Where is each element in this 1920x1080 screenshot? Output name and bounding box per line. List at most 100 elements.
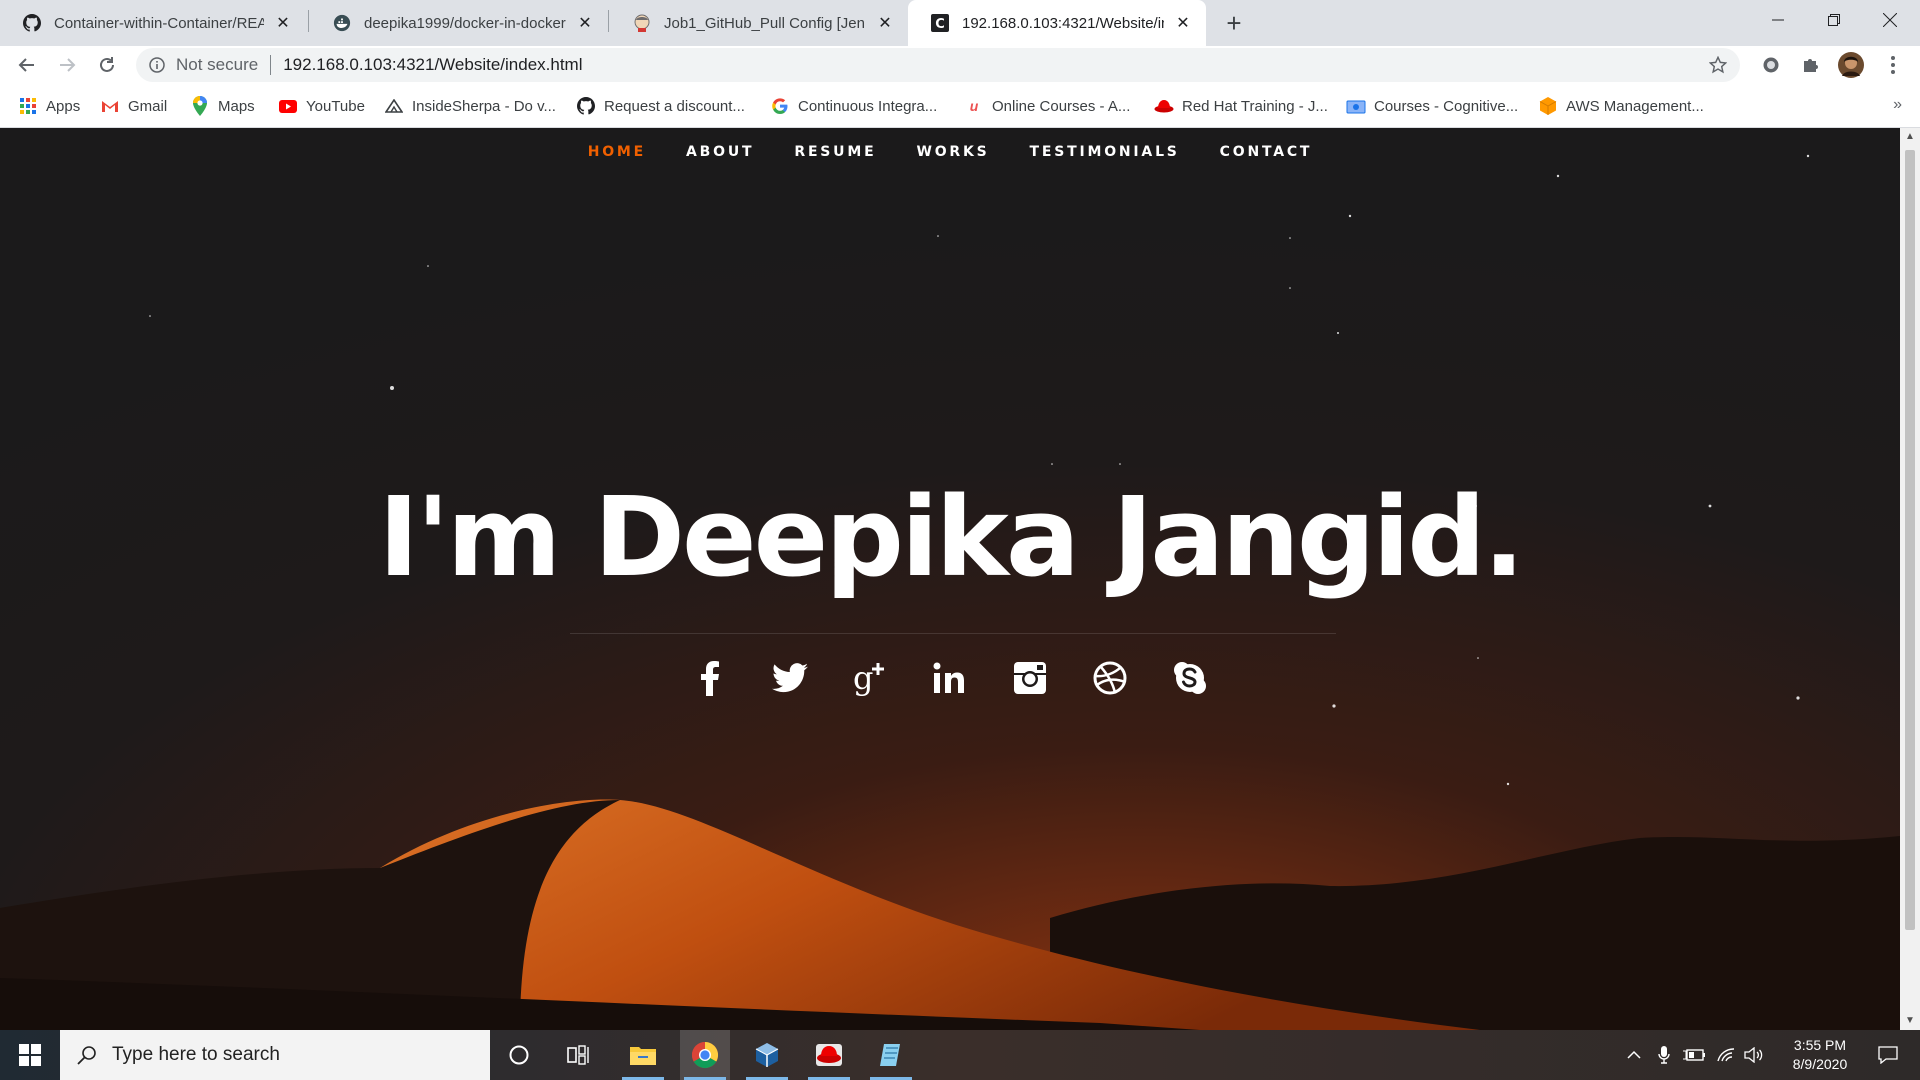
tab-website-active[interactable]: C 192.168.0.103:4321/Website/inde ✕ xyxy=(908,0,1206,46)
volume-icon[interactable] xyxy=(1740,1030,1768,1080)
taskbar-search-box[interactable]: Type here to search xyxy=(60,1030,490,1080)
minimize-button[interactable] xyxy=(1750,0,1806,40)
bookmark-star-icon[interactable] xyxy=(1708,55,1728,75)
dribbble-icon[interactable] xyxy=(1090,658,1130,698)
menu-kebab-icon[interactable] xyxy=(1880,52,1906,78)
instagram-icon[interactable] xyxy=(1010,658,1050,698)
bookmark-label: Red Hat Training - J... xyxy=(1182,97,1328,115)
linkedin-icon[interactable] xyxy=(930,658,970,698)
bookmarks-bar: Apps Gmail Maps YouTube InsideSherpa - D… xyxy=(0,84,1920,128)
info-icon[interactable] xyxy=(148,56,166,74)
bookmarks-overflow-chevron-icon[interactable]: » xyxy=(1893,96,1902,114)
nav-resume[interactable]: RESUME xyxy=(794,144,876,160)
redhat-app-icon xyxy=(816,1044,842,1066)
close-icon[interactable]: ✕ xyxy=(574,12,596,34)
start-button[interactable] xyxy=(0,1030,60,1080)
taskbar-redhat-app[interactable] xyxy=(804,1030,854,1080)
bookmark-apps[interactable]: Apps xyxy=(18,94,80,118)
scroll-up-arrow-icon[interactable]: ▲ xyxy=(1905,132,1915,142)
tab-jenkins-job[interactable]: Job1_GitHub_Pull Config [Jenkins ✕ xyxy=(610,0,908,46)
tab-strip: Container-within-Container/REA ✕ deepika… xyxy=(0,0,1920,46)
tab-docker-in-docker[interactable]: deepika1999/docker-in-docker - ✕ xyxy=(310,0,608,46)
notifications-icon[interactable] xyxy=(1868,1030,1908,1080)
site-c-icon: C xyxy=(930,13,950,33)
security-label[interactable]: Not secure xyxy=(176,55,258,75)
bookmark-maps[interactable]: Maps xyxy=(190,94,255,118)
reload-button[interactable] xyxy=(90,48,124,82)
search-icon xyxy=(76,1044,98,1066)
extensions-puzzle-icon[interactable] xyxy=(1798,52,1824,78)
tab-divider xyxy=(608,10,609,32)
taskbar-file-explorer[interactable] xyxy=(618,1030,668,1080)
taskbar-virtualbox[interactable] xyxy=(742,1030,792,1080)
nav-works[interactable]: WORKS xyxy=(916,144,989,160)
scroll-down-arrow-icon[interactable]: ▼ xyxy=(1905,1016,1915,1026)
bookmark-label: Maps xyxy=(218,97,255,115)
bookmark-youtube[interactable]: YouTube xyxy=(278,94,365,118)
bookmark-online-courses[interactable]: u Online Courses - A... xyxy=(964,94,1131,118)
windows-taskbar: Type here to search 3:55 PM 8/9/2020 xyxy=(0,1030,1920,1080)
scrollbar-thumb[interactable] xyxy=(1905,150,1915,930)
twitter-icon[interactable] xyxy=(770,658,810,698)
bookmark-request-discount[interactable]: Request a discount... xyxy=(576,94,745,118)
bookmark-redhat-training[interactable]: Red Hat Training - J... xyxy=(1154,94,1328,118)
back-button[interactable] xyxy=(10,48,44,82)
tab-title: Job1_GitHub_Pull Config [Jenkins xyxy=(664,14,866,32)
bookmark-insidesherpa[interactable]: InsideSherpa - Do v... xyxy=(384,94,556,118)
taskbar-notes-app[interactable] xyxy=(866,1030,916,1080)
tab-container-readme[interactable]: Container-within-Container/REA ✕ xyxy=(0,0,306,46)
cortana-button[interactable] xyxy=(494,1030,544,1080)
bookmark-cognitive-class[interactable]: Courses - Cognitive... xyxy=(1346,94,1518,118)
close-icon[interactable]: ✕ xyxy=(272,12,294,34)
nav-about[interactable]: ABOUT xyxy=(686,144,754,160)
task-view-button[interactable] xyxy=(554,1030,604,1080)
aws-icon xyxy=(1538,96,1558,116)
address-bar[interactable]: Not secure 192.168.0.103:4321/Website/in… xyxy=(136,48,1740,82)
task-view-icon xyxy=(567,1045,589,1065)
hero-divider xyxy=(570,633,1336,634)
wifi-icon[interactable] xyxy=(1712,1030,1740,1080)
nav-testimonials[interactable]: TESTIMONIALS xyxy=(1030,144,1180,160)
extension-circle-icon[interactable] xyxy=(1758,52,1784,78)
bookmark-label: Gmail xyxy=(128,97,168,115)
facebook-icon[interactable] xyxy=(690,658,730,698)
github-icon xyxy=(576,96,596,116)
show-hidden-icons-chevron-icon[interactable] xyxy=(1622,1030,1646,1080)
site-nav: HOME ABOUT RESUME WORKS TESTIMONIALS CON… xyxy=(0,144,1900,160)
url-text[interactable]: 192.168.0.103:4321/Website/index.html xyxy=(283,55,582,75)
virtualbox-icon xyxy=(755,1043,779,1067)
bookmark-continuous-integration[interactable]: Continuous Integra... xyxy=(770,94,937,118)
forward-button[interactable] xyxy=(50,48,84,82)
nav-home[interactable]: HOME xyxy=(588,144,646,160)
bookmark-label: Request a discount... xyxy=(604,97,745,115)
nav-contact[interactable]: CONTACT xyxy=(1220,144,1313,160)
youtube-icon xyxy=(278,96,298,116)
google-plus-icon[interactable]: g xyxy=(850,658,890,698)
close-icon[interactable]: ✕ xyxy=(874,12,896,34)
page-scrollbar[interactable]: ▲ ▼ xyxy=(1900,128,1920,1030)
new-tab-button[interactable]: + xyxy=(1216,5,1252,41)
folder-icon xyxy=(630,1047,656,1065)
gmail-icon xyxy=(100,96,120,116)
close-icon[interactable]: ✕ xyxy=(1172,12,1194,34)
restore-button[interactable] xyxy=(1806,0,1862,40)
clock-time: 3:55 PM xyxy=(1793,1037,1847,1053)
social-links: g xyxy=(0,658,1900,698)
system-clock[interactable]: 3:55 PM 8/9/2020 xyxy=(1770,1036,1870,1074)
svg-text:g: g xyxy=(853,659,873,697)
close-window-button[interactable] xyxy=(1862,0,1918,40)
clock-date: 8/9/2020 xyxy=(1792,1056,1848,1072)
skype-icon[interactable] xyxy=(1170,658,1210,698)
profile-avatar[interactable] xyxy=(1838,52,1864,78)
tab-title: Container-within-Container/REA xyxy=(54,14,264,32)
bookmark-gmail[interactable]: Gmail xyxy=(100,94,167,118)
battery-icon[interactable] xyxy=(1680,1030,1708,1080)
apps-grid-icon xyxy=(18,96,38,116)
microphone-icon[interactable] xyxy=(1652,1030,1676,1080)
bookmark-aws-management[interactable]: AWS Management... xyxy=(1538,94,1704,118)
search-placeholder: Type here to search xyxy=(112,1044,280,1065)
taskbar-chrome[interactable] xyxy=(680,1030,730,1080)
chrome-icon xyxy=(691,1041,719,1069)
website-hero: HOME ABOUT RESUME WORKS TESTIMONIALS CON… xyxy=(0,128,1900,1030)
svg-text:C: C xyxy=(935,17,945,32)
